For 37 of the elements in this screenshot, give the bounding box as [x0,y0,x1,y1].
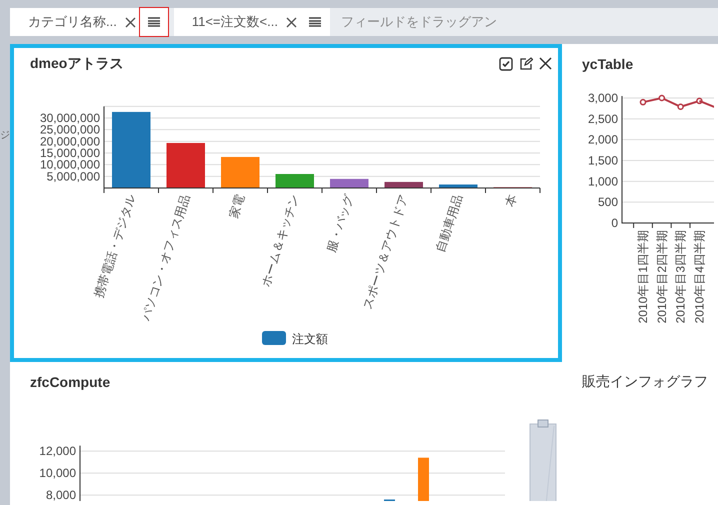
category-label: 携帯電話・デジタル [91,192,138,300]
tick-label: 1,000 [588,174,618,188]
category-label: 本 [502,192,520,208]
filter-label: 11<=注文数<... [192,13,278,31]
tick-label: 2,500 [588,112,618,126]
tick-label: 25,000,000 [40,122,100,137]
tick-label: 8,000 [46,488,76,501]
panel-title: zfcCompute [30,374,110,390]
category-label: 自動車用品 [433,192,466,254]
category-label: 2010年目4四半期 [692,230,706,324]
tick-label: 15,000,000 [40,146,100,160]
tick-label: 2,000 [588,132,618,147]
side-label: ジ [0,129,10,142]
tick-label: 500 [598,195,618,210]
tick-label: 10,000,000 [40,158,100,172]
tick-label: 30,000,000 [40,111,100,125]
panel-title: dmeoアトラス [30,55,124,73]
category-label: 2010年目3四半期 [674,230,688,324]
tick-label: 20,000,000 [40,134,100,148]
panel-title: ycTable [582,56,634,72]
tick-label: 1,500 [588,154,618,168]
filter-label: カテゴリ名称... [28,13,117,31]
category-label: ホーム＆キッチン [258,192,302,288]
category-label: パソコン・オフィス用品 [138,192,193,322]
panel-title: 販売インフォグラフ [582,373,708,391]
category-label: 2010年目2四半期 [654,230,669,324]
category-label: 2010年目1四半期 [636,230,650,324]
tick-label: 0 [611,216,618,230]
legend-label: 注文額 [292,332,328,346]
category-label: 家電 [226,192,248,220]
tick-label: 12,000 [39,444,76,458]
drop-hint: フィールドをドラッグアン [340,13,497,31]
tick-label: 10,000 [39,466,76,480]
tick-label: 5,000,000 [46,169,100,184]
category-label: 服・バッグ [324,192,356,254]
category-label: スポーツ＆アウトドア [360,192,411,312]
tick-label: 3,000 [588,91,618,105]
